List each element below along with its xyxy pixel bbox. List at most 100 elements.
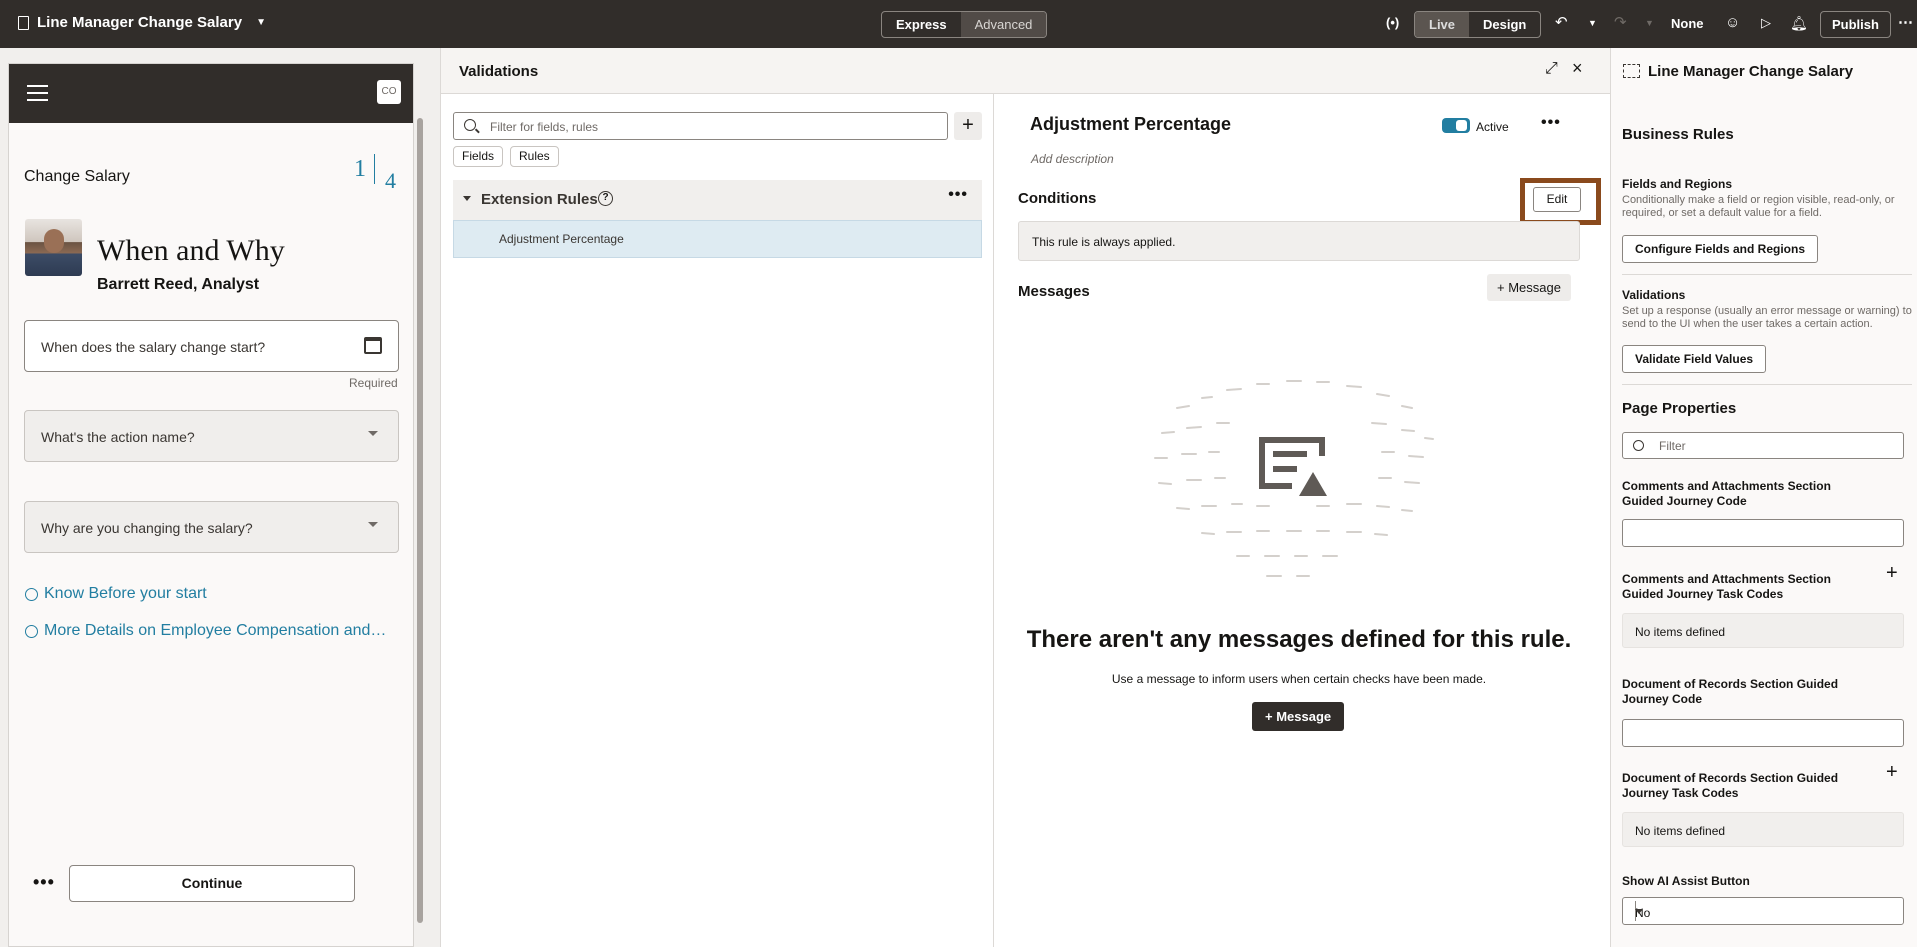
top-bar: Line Manager Change Salary ▼ Express Adv… [0, 0, 1917, 48]
action-name-placeholder: What's the action name? [41, 429, 195, 445]
more-details-link[interactable]: More Details on Employee Compensation an… [25, 622, 386, 640]
hamburger-menu-icon[interactable] [27, 85, 48, 106]
rules-search-input[interactable]: Filter for fields, rules [453, 112, 948, 140]
reason-select[interactable]: Why are you changing the salary? [24, 501, 399, 553]
mode-express-button[interactable]: Express [882, 12, 961, 37]
create-message-button[interactable]: + Message [1252, 702, 1345, 731]
preview-frame: CO Change Salary 1 4 When and Why Barret… [8, 63, 414, 947]
add-comments-task-code-icon[interactable]: + [1886, 562, 1898, 585]
section-heading: When and Why [97, 234, 285, 267]
add-description-link[interactable]: Add description [1031, 152, 1114, 166]
conditions-heading: Conditions [1018, 190, 1097, 207]
condition-text: This rule is always applied. [1032, 235, 1176, 249]
preview-panel: CO Change Salary 1 4 When and Why Barret… [0, 48, 438, 947]
properties-title: Line Manager Change Salary [1648, 63, 1854, 80]
expand-icon[interactable]: ⤢ [1545, 60, 1558, 78]
action-name-select[interactable]: What's the action name? [24, 410, 399, 462]
variables-icon[interactable]: (•) [1386, 13, 1399, 33]
comments-task-codes-label: Comments and Attachments Section Guided … [1622, 572, 1831, 601]
publish-button[interactable]: Publish [1820, 11, 1891, 38]
redo-icon[interactable]: ↷ [1614, 13, 1627, 33]
play-icon[interactable]: ▷ [1761, 13, 1771, 33]
properties-filter-placeholder: Filter [1659, 439, 1686, 453]
rule-more-icon[interactable]: ••• [1541, 114, 1561, 132]
start-date-placeholder: When does the salary change start? [41, 339, 266, 355]
ai-assist-select[interactable]: No [1622, 897, 1904, 925]
validate-field-values-button[interactable]: Validate Field Values [1622, 345, 1767, 373]
search-icon [1633, 440, 1644, 451]
search-icon [464, 119, 476, 131]
preview-header: CO [9, 64, 413, 123]
more-details-label: More Details on Employee Compensation an… [44, 622, 387, 639]
compass-icon [25, 624, 38, 638]
plus-icon: + [1497, 280, 1509, 295]
configure-fields-button[interactable]: Configure Fields and Regions [1622, 235, 1819, 263]
start-date-field[interactable]: When does the salary change start? [24, 320, 399, 372]
more-icon[interactable]: ⋯ [1898, 13, 1913, 33]
collapse-icon[interactable] [463, 196, 471, 201]
chevron-down-icon: ▼ [256, 17, 266, 28]
chevron-down-icon [368, 431, 378, 436]
active-toggle[interactable] [1442, 118, 1470, 133]
fields-regions-heading: Fields and Regions [1622, 177, 1733, 191]
calendar-icon[interactable] [364, 337, 382, 354]
records-task-codes-label: Document of Records Section Guided Journ… [1622, 771, 1839, 800]
more-actions-icon[interactable]: ••• [33, 872, 55, 893]
properties-filter-input[interactable]: Filter [1622, 432, 1904, 459]
create-message-label: Message [1276, 709, 1332, 724]
step-current: 1 [354, 156, 366, 182]
business-rules-heading: Business Rules [1622, 126, 1734, 143]
step-total: 4 [385, 168, 396, 193]
active-label: Active [1476, 120, 1509, 134]
know-before-link[interactable]: Know Before your start [25, 585, 207, 603]
records-code-input[interactable] [1622, 719, 1904, 747]
continue-button[interactable]: Continue [69, 865, 355, 902]
more-icon[interactable]: ••• [948, 186, 968, 204]
view-switch: Live Design [1414, 11, 1542, 38]
extension-rules-group[interactable]: Extension Rules ? ••• [453, 180, 982, 220]
document-icon [18, 15, 29, 30]
live-button[interactable]: Live [1415, 12, 1470, 37]
fields-filter-chip[interactable]: Fields [453, 146, 504, 167]
divider [993, 94, 994, 947]
undo-icon[interactable]: ↶ [1555, 13, 1568, 33]
empty-list-text: No items defined [1635, 824, 1726, 838]
user-badge[interactable]: CO [377, 80, 401, 104]
audience-none[interactable]: None [1671, 16, 1704, 31]
required-label: Required [349, 376, 398, 390]
divider [1622, 384, 1912, 385]
rule-item-adjustment-percentage[interactable]: Adjustment Percentage [453, 220, 982, 258]
records-code-label: Document of Records Section Guided Journ… [1622, 677, 1839, 706]
smiley-icon[interactable]: ☺ [1725, 13, 1740, 33]
validations-description: Set up a response (usually an error mess… [1622, 305, 1912, 330]
app-title-label: Line Manager Change Salary [37, 14, 243, 31]
chevron-down-icon[interactable] [1635, 909, 1643, 914]
compass-icon [25, 587, 38, 601]
add-message-button[interactable]: + Message [1487, 274, 1571, 301]
chevron-down-icon [368, 522, 378, 527]
edit-conditions-button[interactable]: Edit [1533, 187, 1581, 212]
design-button[interactable]: Design [1469, 12, 1540, 37]
divider [1622, 274, 1912, 275]
add-message-label: Message [1508, 280, 1561, 295]
undo-menu-icon[interactable]: ▼ [1588, 13, 1597, 33]
bell-icon[interactable]: 🔔︎ [1790, 13, 1808, 33]
extension-rules-label: Extension Rules [481, 191, 598, 208]
add-records-task-code-icon[interactable]: + [1886, 761, 1898, 784]
close-icon[interactable]: × [1572, 58, 1583, 79]
properties-header: Line Manager Change Salary [1611, 48, 1917, 94]
add-rule-button[interactable]: + [954, 112, 982, 140]
comments-task-codes-list: No items defined [1622, 613, 1904, 648]
mode-advanced-button[interactable]: Advanced [960, 12, 1047, 37]
app-title[interactable]: Line Manager Change Salary ▼ [18, 14, 266, 31]
validations-header: Validations ⤢ × [441, 48, 1611, 94]
reason-placeholder: Why are you changing the salary? [41, 520, 253, 536]
redo-menu-icon[interactable]: ▼ [1645, 13, 1654, 33]
help-icon[interactable]: ? [598, 191, 613, 206]
fields-regions-description: Conditionally make a field or region vis… [1622, 194, 1895, 219]
rules-filter-chip[interactable]: Rules [510, 146, 559, 167]
mode-switch: Express Advanced [881, 11, 1048, 38]
know-before-label: Know Before your start [44, 585, 207, 602]
comments-code-input[interactable] [1622, 519, 1904, 547]
preview-scrollbar[interactable] [417, 118, 423, 923]
